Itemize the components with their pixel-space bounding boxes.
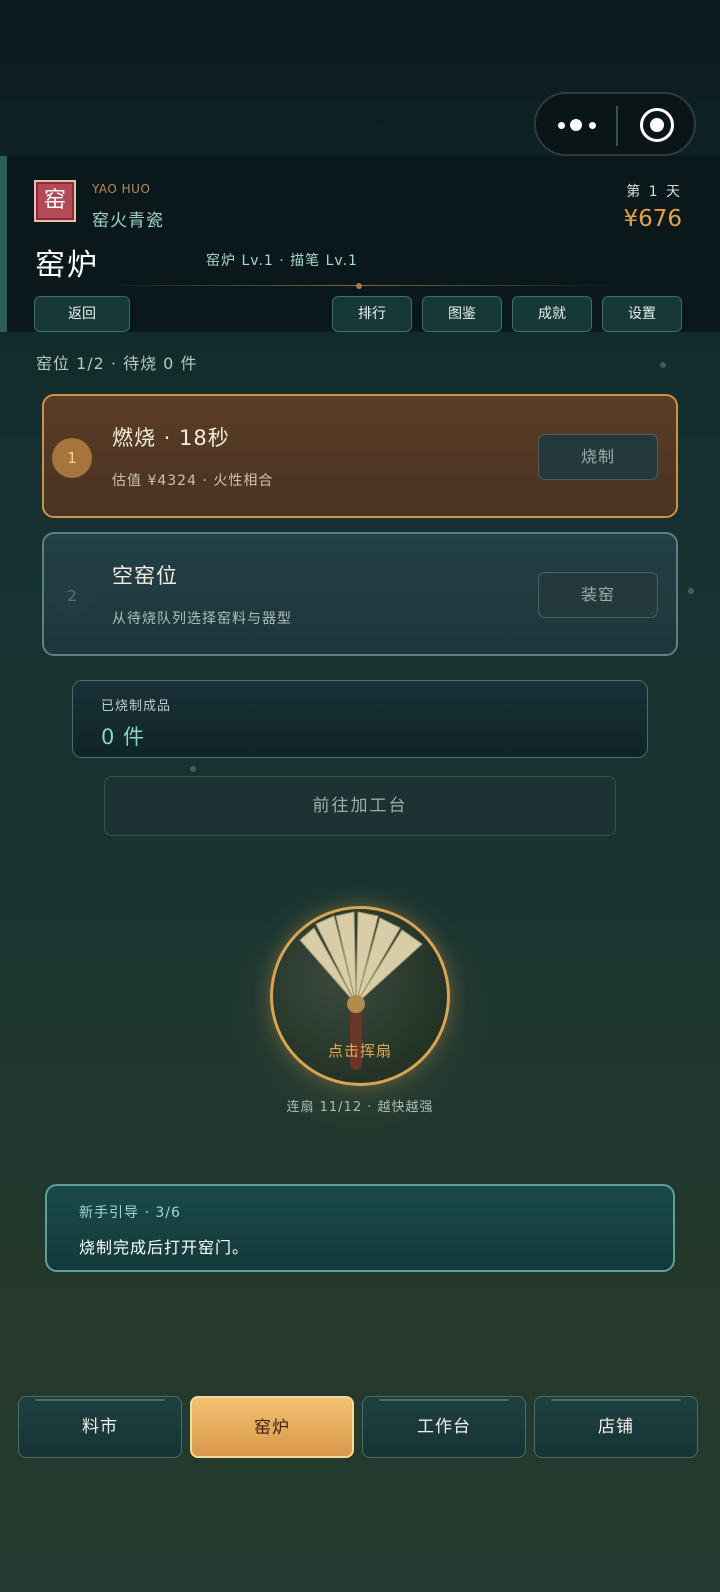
- more-dots-icon[interactable]: [558, 116, 598, 136]
- finished-products-panel: 已烧制成品 0 件: [72, 680, 648, 758]
- guide-text: 烧制完成后打开窑门。: [79, 1238, 250, 1257]
- collection-button[interactable]: 图鉴: [422, 296, 502, 332]
- guide-step: 新手引导 · 3/6: [79, 1205, 181, 1221]
- divider-ornament: [356, 283, 362, 289]
- nav-shop[interactable]: 店铺: [534, 1396, 698, 1458]
- brand-english: YAO HUO: [92, 182, 151, 196]
- capsule-divider: [616, 106, 618, 146]
- ranking-button[interactable]: 排行: [332, 296, 412, 332]
- nav-market[interactable]: 料市: [18, 1396, 182, 1458]
- goto-workbench-button[interactable]: 前往加工台: [104, 776, 616, 836]
- tutorial-guide: 新手引导 · 3/6 烧制完成后打开窑门。: [45, 1184, 675, 1272]
- slot-title: 空窑位: [112, 564, 178, 588]
- finished-count: 0 件: [101, 725, 146, 749]
- brand-name: 窑火青瓷: [92, 211, 164, 231]
- seal-logo: 窑: [34, 180, 76, 222]
- decor-speck: [660, 362, 666, 368]
- finished-label: 已烧制成品: [101, 699, 172, 714]
- target-circle-icon[interactable]: [640, 108, 674, 142]
- achievement-button[interactable]: 成就: [512, 296, 592, 332]
- nav-kiln[interactable]: 窑炉: [190, 1396, 354, 1458]
- load-kiln-button[interactable]: 装窑: [538, 572, 658, 618]
- decor-speck: [688, 588, 694, 594]
- settings-button[interactable]: 设置: [602, 296, 682, 332]
- back-button[interactable]: 返回: [34, 296, 130, 332]
- slot-subtitle: 估值 ¥4324 · 火性相合: [112, 473, 274, 489]
- kiln-status: 窑位 1/2 · 待烧 0 件: [36, 354, 198, 373]
- page-title: 窑炉: [35, 248, 99, 283]
- slot-number: 2: [52, 576, 92, 616]
- nav-workbench[interactable]: 工作台: [362, 1396, 526, 1458]
- day-counter: 第 1 天: [626, 184, 682, 200]
- level-info: 窑炉 Lv.1 · 描笔 Lv.1: [206, 253, 358, 269]
- kiln-slot-burning: 1 燃烧 · 18秒 估值 ¥4324 · 火性相合 烧制: [42, 394, 678, 518]
- combo-counter: 连扇 11/12 · 越快越强: [286, 1100, 434, 1115]
- money-balance: ¥676: [623, 206, 682, 232]
- mini-program-capsule: [534, 92, 696, 156]
- slot-subtitle: 从待烧队列选择窑料与器型: [112, 611, 292, 627]
- slot-title: 燃烧 · 18秒: [112, 426, 230, 450]
- fan-label: 点击挥扇: [327, 1042, 392, 1060]
- kiln-slot-empty: 2 空窑位 从待烧队列选择窑料与器型 装窑: [42, 532, 678, 656]
- slot-number: 1: [52, 438, 92, 478]
- decor-speck: [190, 766, 196, 772]
- fire-button[interactable]: 烧制: [538, 434, 658, 480]
